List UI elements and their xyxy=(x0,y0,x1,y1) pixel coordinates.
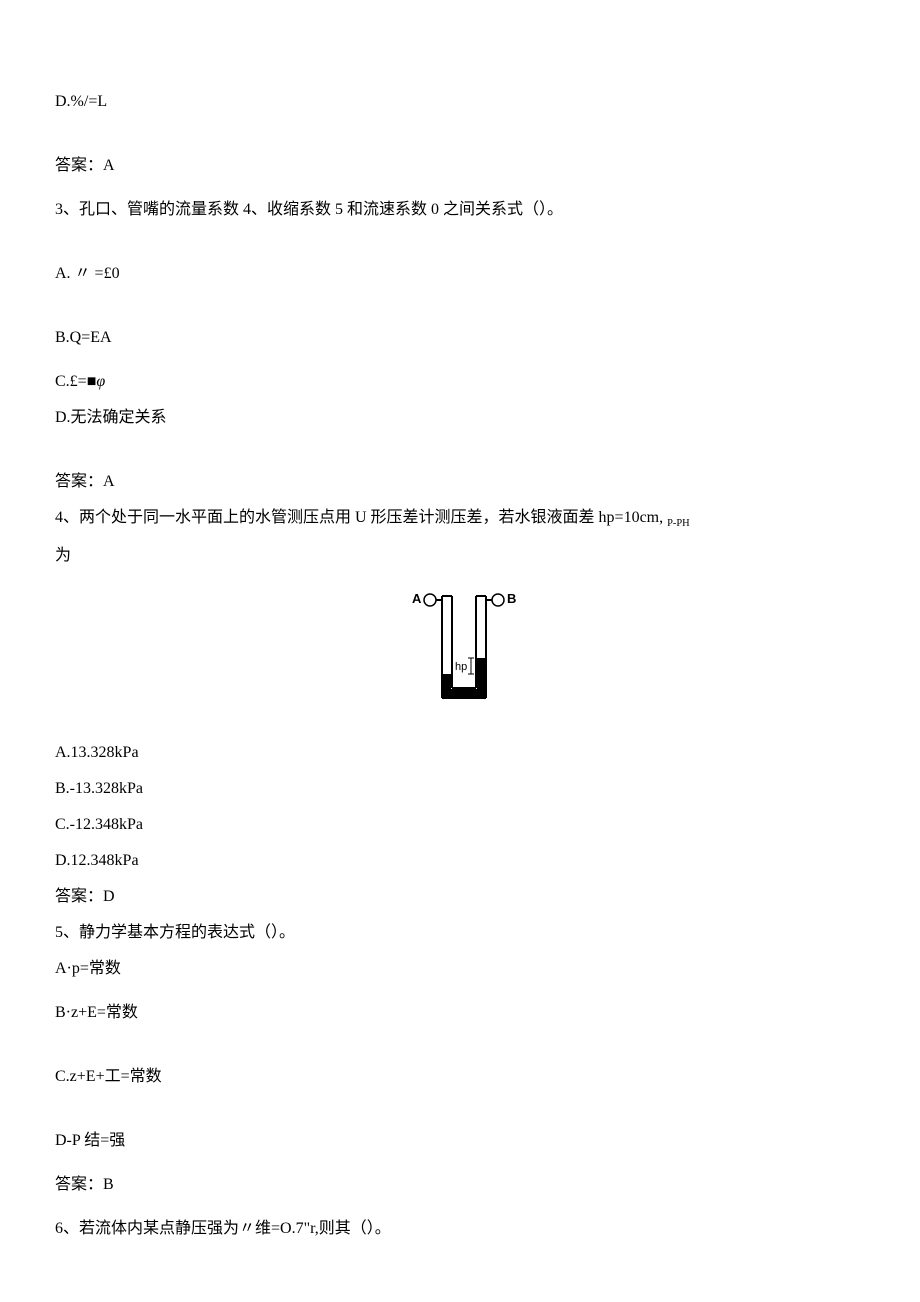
fig-label-a: A xyxy=(412,591,422,606)
q3c-phi: φ xyxy=(96,373,105,390)
u-tube-figure: A B hp xyxy=(55,588,865,726)
question-4-line2: 为 xyxy=(55,544,865,568)
q4-option-b: B.-13.328kPa xyxy=(55,777,865,801)
answer-3: 答案：A xyxy=(55,470,865,494)
q5-option-d: D-P 结=强 xyxy=(55,1129,865,1153)
q4-text1: 4、两个处于同一水平面上的水管测压点用 U 形压差计测压差，若水银液面差 hp=… xyxy=(55,509,667,526)
q4-option-a: A.13.328kPa xyxy=(55,741,865,765)
answer-5: 答案：B xyxy=(55,1173,865,1197)
question-4-line1: 4、两个处于同一水平面上的水管测压点用 U 形压差计测压差，若水银液面差 hp=… xyxy=(55,506,865,532)
q3-option-b: B.Q=EA xyxy=(55,326,865,350)
answer-2: 答案：A xyxy=(55,154,865,178)
q4-option-c: C.-12.348kPa xyxy=(55,813,865,837)
q4-subscript: P-PH xyxy=(667,518,690,529)
fig-mercury-right xyxy=(477,658,485,697)
q5-option-b: B·z+E=常数 xyxy=(55,1001,865,1025)
q3-option-c: C.£=■φ xyxy=(55,370,865,394)
question-5: 5、静力学基本方程的表达式（）。 xyxy=(55,921,865,945)
answer-4: 答案：D xyxy=(55,885,865,909)
fig-label-hp: hp xyxy=(455,661,467,673)
fig-circle-b xyxy=(492,594,504,606)
q3c-text: C.£=■ xyxy=(55,373,96,390)
question-3: 3、孔口、管嘴的流量系数 4、收缩系数 5 和流速系数 0 之间关系式（）。 xyxy=(55,198,865,222)
q5-option-c: C.z+E+工=常数 xyxy=(55,1065,865,1089)
q3-option-a: A. 〃 =£0 xyxy=(55,262,865,286)
question-6: 6、若流体内某点静压强为〃维=O.7"r,则其（）。 xyxy=(55,1217,865,1241)
q3-option-d: D.无法确定关系 xyxy=(55,406,865,430)
prev-option-d: D.%/=L xyxy=(55,90,865,114)
fig-label-b: B xyxy=(507,591,516,606)
fig-circle-a xyxy=(424,594,436,606)
q4-option-d: D.12.348kPa xyxy=(55,849,865,873)
q5-option-a: A·p=常数 xyxy=(55,957,865,981)
